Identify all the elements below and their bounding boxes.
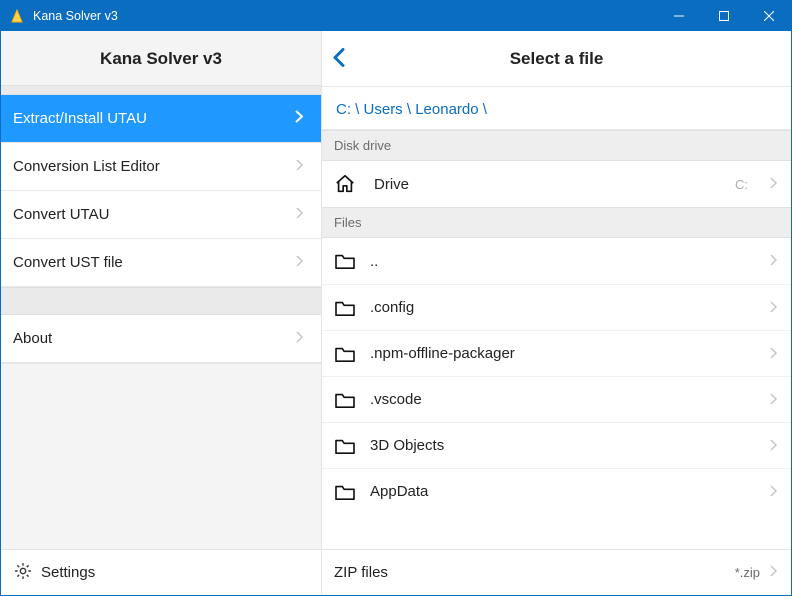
drive-row[interactable]: Drive C: bbox=[322, 161, 791, 207]
file-type-filter[interactable]: ZIP files *.zip bbox=[322, 549, 791, 595]
sidebar-title: Kana Solver v3 bbox=[1, 31, 321, 85]
sidebar-item-label: Extract/Install UTAU bbox=[13, 110, 147, 127]
file-label: .npm-offline-packager bbox=[370, 345, 756, 362]
gear-icon bbox=[13, 561, 33, 585]
chevron-left-icon bbox=[332, 47, 346, 67]
folder-icon bbox=[334, 483, 356, 501]
chevron-right-icon bbox=[296, 206, 303, 223]
chevron-right-icon bbox=[770, 438, 777, 454]
sidebar-item-label: Convert UST file bbox=[13, 254, 123, 271]
drive-label: Drive bbox=[374, 176, 721, 193]
window-titlebar: Kana Solver v3 bbox=[1, 1, 791, 31]
breadcrumb-separator: \ bbox=[407, 101, 415, 118]
chevron-right-icon bbox=[296, 330, 303, 347]
breadcrumb-separator: \ bbox=[483, 101, 487, 118]
file-label: 3D Objects bbox=[370, 437, 756, 454]
folder-icon bbox=[334, 299, 356, 317]
folder-icon bbox=[334, 437, 356, 455]
breadcrumb-segment[interactable]: Users bbox=[364, 101, 403, 118]
window-title: Kana Solver v3 bbox=[33, 9, 118, 23]
chevron-right-icon bbox=[770, 253, 777, 269]
sidebar-settings-label: Settings bbox=[41, 564, 95, 581]
chevron-right-icon bbox=[296, 254, 303, 271]
sidebar: Kana Solver v3 Extract/Install UTAU Conv… bbox=[1, 31, 322, 595]
window-close-button[interactable] bbox=[746, 1, 791, 31]
file-row[interactable]: 3D Objects bbox=[322, 422, 791, 468]
chevron-right-icon bbox=[296, 158, 303, 175]
sidebar-item-convert-utau[interactable]: Convert UTAU bbox=[1, 191, 321, 239]
main-header: Select a file bbox=[322, 31, 791, 87]
app-logo-icon bbox=[9, 8, 25, 24]
sidebar-item-about[interactable]: About bbox=[1, 315, 321, 363]
folder-icon bbox=[334, 391, 356, 409]
window-maximize-button[interactable] bbox=[701, 1, 746, 31]
breadcrumb[interactable]: C: \ Users \ Leonardo \ bbox=[322, 87, 791, 130]
file-row[interactable]: .vscode bbox=[322, 376, 791, 422]
file-label: .config bbox=[370, 299, 756, 316]
breadcrumb-segment[interactable]: Leonardo bbox=[415, 101, 478, 118]
sidebar-settings-button[interactable]: Settings bbox=[1, 549, 321, 595]
chevron-right-icon bbox=[770, 484, 777, 500]
chevron-right-icon bbox=[770, 392, 777, 408]
sidebar-item-extract-install[interactable]: Extract/Install UTAU bbox=[1, 95, 321, 143]
sidebar-item-conversion-list-editor[interactable]: Conversion List Editor bbox=[1, 143, 321, 191]
chevron-right-icon bbox=[295, 110, 303, 127]
file-label: .. bbox=[370, 253, 756, 270]
section-header-drives: Disk drive bbox=[322, 130, 791, 161]
file-row[interactable]: .. bbox=[322, 238, 791, 284]
file-label: .vscode bbox=[370, 391, 756, 408]
folder-icon bbox=[334, 252, 356, 270]
drive-letter: C: bbox=[735, 177, 748, 192]
file-row[interactable]: .config bbox=[322, 284, 791, 330]
file-list[interactable]: Disk drive Drive C: Files .. .config .npm-… bbox=[322, 130, 791, 549]
sidebar-divider bbox=[1, 287, 321, 315]
main-panel: Select a file C: \ Users \ Leonardo \ Di… bbox=[322, 31, 791, 595]
file-type-pattern: *.zip bbox=[735, 565, 760, 580]
file-row[interactable]: .npm-offline-packager bbox=[322, 330, 791, 376]
sidebar-item-label: About bbox=[13, 330, 52, 347]
breadcrumb-separator: \ bbox=[355, 101, 363, 118]
chevron-right-icon bbox=[770, 176, 777, 192]
folder-icon bbox=[334, 345, 356, 363]
breadcrumb-segment[interactable]: C: bbox=[336, 101, 351, 118]
section-header-files: Files bbox=[322, 207, 791, 238]
sidebar-item-convert-ust[interactable]: Convert UST file bbox=[1, 239, 321, 287]
window-minimize-button[interactable] bbox=[656, 1, 701, 31]
chevron-right-icon bbox=[770, 300, 777, 316]
file-type-label: ZIP files bbox=[334, 564, 735, 581]
home-icon bbox=[334, 173, 356, 195]
back-button[interactable] bbox=[332, 47, 346, 70]
sidebar-item-label: Convert UTAU bbox=[13, 206, 109, 223]
sidebar-divider bbox=[1, 85, 321, 95]
file-row[interactable]: AppData bbox=[322, 468, 791, 514]
sidebar-item-label: Conversion List Editor bbox=[13, 158, 160, 175]
page-title: Select a file bbox=[322, 49, 791, 69]
chevron-right-icon bbox=[770, 346, 777, 362]
chevron-right-icon bbox=[770, 564, 777, 581]
file-label: AppData bbox=[370, 483, 756, 500]
